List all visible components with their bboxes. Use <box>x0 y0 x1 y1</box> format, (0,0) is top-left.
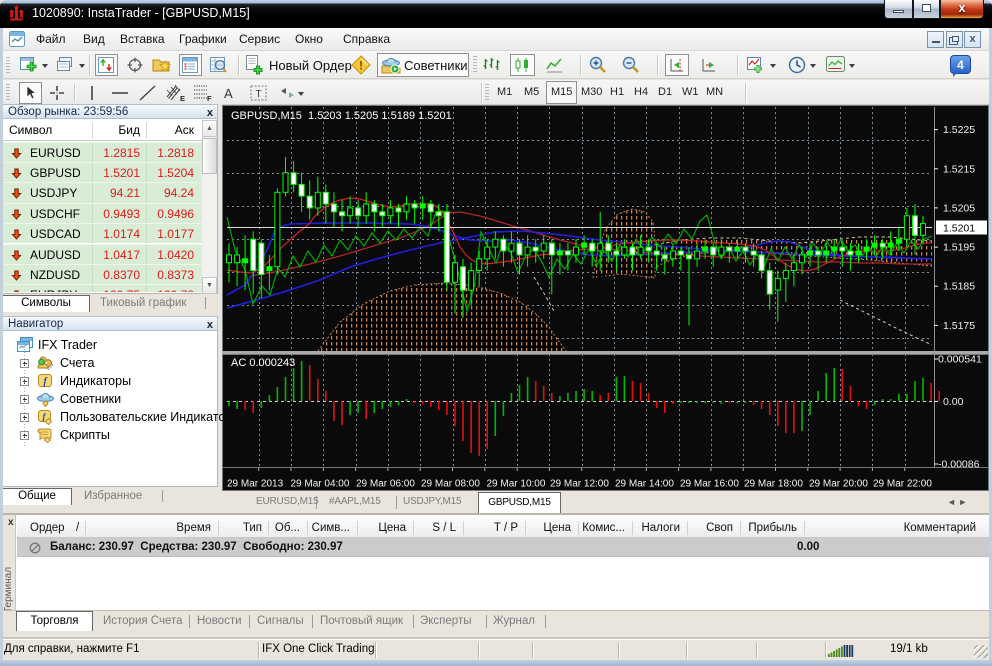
svg-text:29 Mar 14:00: 29 Mar 14:00 <box>615 479 674 490</box>
svg-text:E: E <box>180 94 185 102</box>
svg-text:0.00: 0.00 <box>943 396 964 408</box>
svg-text:29 Mar 06:00: 29 Mar 06:00 <box>356 479 415 490</box>
svg-text:29 Mar 22:00: 29 Mar 22:00 <box>873 479 932 490</box>
svg-text:GBPUSD,M15 1.5203 1.5205 1.51: GBPUSD,M15 1.5203 1.5205 1.5189 1.5201 <box>231 110 452 122</box>
svg-text:AC 0.000243: AC 0.000243 <box>231 357 295 369</box>
svg-text:1.5215: 1.5215 <box>943 163 975 175</box>
svg-text:1.5185: 1.5185 <box>943 281 975 293</box>
svg-text:F: F <box>207 94 212 102</box>
svg-text:29 Mar 18:00: 29 Mar 18:00 <box>744 479 803 490</box>
svg-text:!: ! <box>359 59 363 73</box>
svg-text:1.5201: 1.5201 <box>943 223 975 235</box>
svg-text:1.5205: 1.5205 <box>943 202 975 214</box>
svg-text:T: T <box>255 89 261 100</box>
svg-text:29 Mar 2013: 29 Mar 2013 <box>227 479 284 490</box>
svg-text:29 Mar 16:00: 29 Mar 16:00 <box>680 479 739 490</box>
svg-text:1.5225: 1.5225 <box>943 124 975 136</box>
svg-text:29 Mar 12:00: 29 Mar 12:00 <box>550 479 609 490</box>
svg-text:0.000541: 0.000541 <box>938 354 982 366</box>
svg-text:29 Mar 10:00: 29 Mar 10:00 <box>487 479 546 490</box>
svg-text:1.5175: 1.5175 <box>943 320 975 332</box>
svg-text:-0.00086: -0.00086 <box>938 459 980 471</box>
svg-text:29 Mar 08:00: 29 Mar 08:00 <box>421 479 480 490</box>
svg-text:29 Mar 04:00: 29 Mar 04:00 <box>291 479 350 490</box>
svg-text:1.5195: 1.5195 <box>943 242 975 254</box>
svg-text:29 Mar 20:00: 29 Mar 20:00 <box>809 479 868 490</box>
